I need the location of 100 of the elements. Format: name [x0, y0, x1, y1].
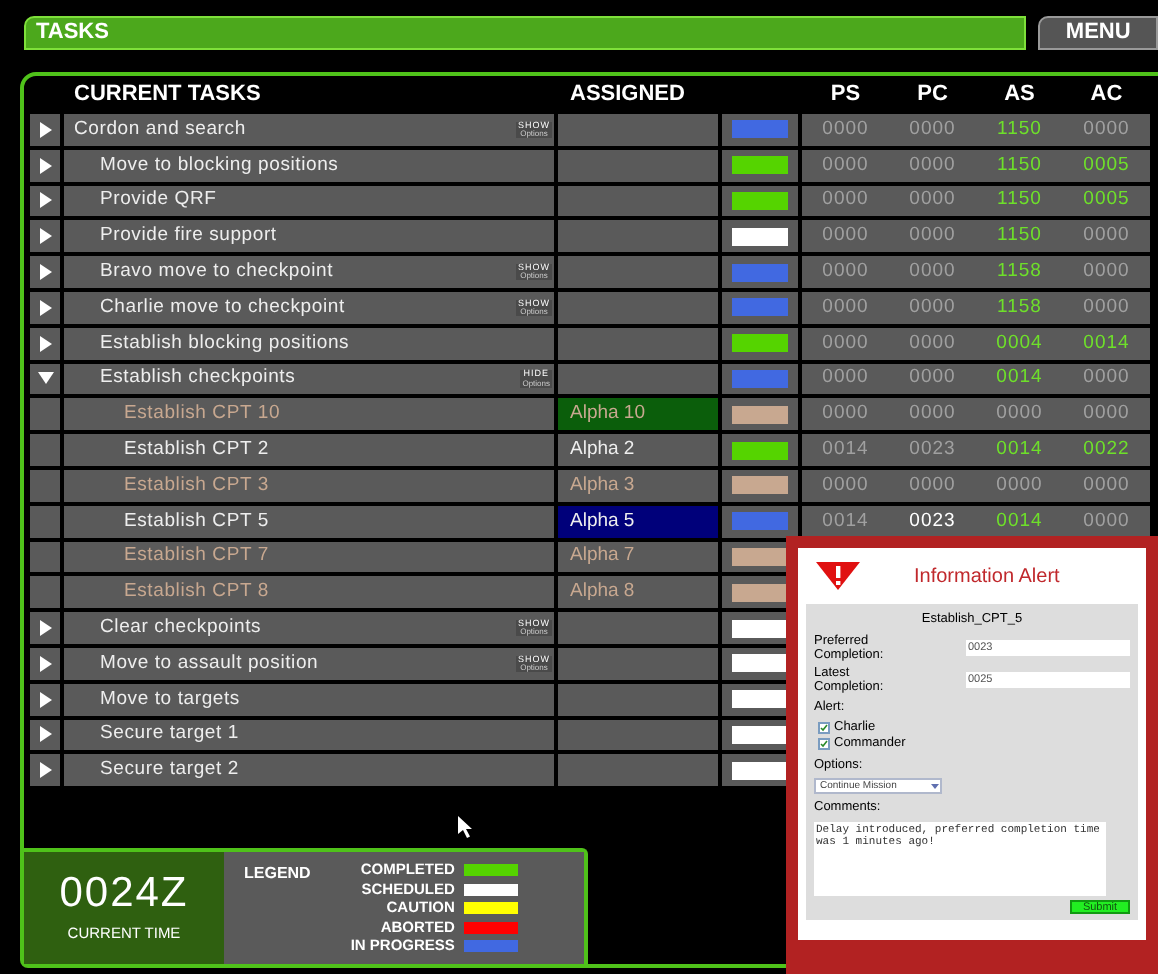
task-name: Move to targets — [100, 685, 240, 714]
task-name: Move to assault position — [100, 649, 319, 678]
task-name: Secure target 2 — [100, 756, 239, 785]
time-value: 0000 — [1081, 364, 1132, 393]
time-value: 0000 — [907, 186, 958, 215]
assigned-unit: Alpha 3 — [570, 471, 635, 500]
task-name: Clear checkpoints — [100, 613, 262, 642]
time-value: 0000 — [820, 222, 871, 251]
caret-down-icon[interactable] — [37, 370, 53, 387]
time-value: 0000 — [820, 364, 871, 393]
column-header: CURRENT TASKS — [74, 80, 263, 111]
task-name: Secure target 1 — [100, 720, 239, 749]
caret-right-icon[interactable] — [37, 655, 53, 672]
time-value: 0000 — [994, 471, 1045, 500]
time-value: 0000 — [1081, 222, 1132, 251]
assigned-unit: Alpha 2 — [570, 435, 635, 464]
time-value: 0014 — [820, 435, 871, 464]
time-value: 0000 — [820, 257, 871, 286]
dropdown-arrow-icon — [930, 780, 940, 793]
task-row[interactable]: Provide fire support — [64, 220, 554, 253]
task-row[interactable]: Establish blocking positions — [64, 327, 554, 360]
time-value: 0000 — [907, 400, 958, 429]
time-value: 0014 — [994, 507, 1045, 536]
time-value: 0005 — [1081, 151, 1132, 180]
task-row[interactable]: Move to blocking positions — [64, 149, 554, 182]
caret-right-icon[interactable] — [37, 335, 53, 352]
task-name: Provide QRF — [100, 186, 217, 215]
checkbox[interactable] — [818, 721, 830, 734]
time-value: 1150 — [995, 186, 1044, 215]
caret-right-icon[interactable] — [37, 264, 53, 281]
time-value: 1158 — [995, 293, 1044, 322]
legend-title: LEGEND — [244, 862, 311, 886]
task-row[interactable]: Secure target 1 — [64, 719, 554, 751]
time-value: 1150 — [995, 151, 1044, 180]
time-value: 0000 — [820, 115, 871, 144]
time-value: 0000 — [820, 329, 871, 358]
time-value: 0022 — [1081, 435, 1132, 464]
time-value: 0000 — [820, 400, 871, 429]
checkbox[interactable] — [818, 738, 830, 751]
caret-right-icon[interactable] — [37, 299, 53, 316]
time-value: 0000 — [994, 400, 1045, 429]
menu-button[interactable]: MENU — [1038, 16, 1158, 50]
caret-right-icon[interactable] — [37, 192, 53, 209]
expand-cell — [30, 541, 60, 573]
time-value: 0005 — [1081, 186, 1132, 215]
task-row[interactable]: Move to targets — [64, 683, 554, 716]
time-value: 0000 — [820, 151, 871, 180]
task-name: Establish CPT 3 — [124, 471, 269, 500]
window-title: TASKS — [36, 18, 109, 49]
caret-right-icon[interactable] — [37, 762, 53, 779]
time-value: 0000 — [1081, 471, 1132, 500]
time-value: 0004 — [994, 329, 1045, 358]
time-value: 0014 — [1081, 329, 1132, 358]
time-value: 0000 — [1081, 293, 1132, 322]
time-value: 0000 — [907, 257, 958, 286]
task-name: Establish CPT 10 — [124, 400, 281, 429]
pointer-icon — [458, 816, 474, 838]
caret-right-icon[interactable] — [37, 620, 53, 637]
time-value: 0000 — [907, 293, 958, 322]
time-value: 0000 — [907, 115, 958, 144]
task-row[interactable]: Secure target 2 — [64, 754, 554, 787]
column-header: PS — [828, 80, 863, 111]
task-name: Establish CPT 7 — [124, 542, 269, 571]
warning-icon — [816, 562, 860, 590]
task-name: Charlie move to checkpoint — [100, 293, 345, 322]
assigned-unit: Alpha 10 — [570, 400, 646, 429]
time-value: 0000 — [1081, 257, 1132, 286]
caret-right-icon[interactable] — [37, 157, 53, 174]
task-name: Establish CPT 2 — [124, 435, 269, 464]
current-time: 0024Z — [59, 871, 189, 914]
task-name: Provide fire support — [100, 222, 277, 251]
task-row[interactable]: Establish CPT 5 — [64, 505, 554, 538]
caret-right-icon[interactable] — [37, 121, 53, 138]
column-header: AS — [1002, 80, 1037, 111]
dialog-title: Information Alert — [914, 563, 1060, 591]
assigned-unit: Alpha 5 — [570, 507, 635, 536]
column-header: PC — [915, 80, 950, 111]
time-value: 1150 — [995, 115, 1044, 144]
task-row[interactable]: Provide QRF — [64, 185, 554, 217]
time-value: 0000 — [820, 471, 871, 500]
task-name: Establish CPT 8 — [124, 578, 269, 607]
time-value: 1150 — [995, 222, 1044, 251]
time-value: 0014 — [994, 364, 1045, 393]
caret-right-icon[interactable] — [37, 726, 53, 743]
assigned-unit: Alpha 7 — [570, 542, 635, 571]
time-value: 0000 — [907, 222, 958, 251]
time-value: 0014 — [994, 435, 1045, 464]
caret-right-icon[interactable] — [37, 228, 53, 245]
time-value: 0000 — [1081, 400, 1132, 429]
caret-right-icon[interactable] — [37, 691, 53, 708]
time-value: 0000 — [907, 364, 958, 393]
expand-cell — [30, 576, 60, 609]
expand-cell — [30, 398, 60, 431]
time-value: 0023 — [907, 435, 958, 464]
time-value: 0000 — [820, 293, 871, 322]
task-row[interactable]: Establish CPT 2 — [64, 434, 554, 466]
task-name: Bravo move to checkpoint — [100, 257, 334, 286]
column-header: AC — [1088, 80, 1125, 111]
assigned-unit: Alpha 8 — [570, 578, 635, 607]
task-name: Cordon and search — [74, 115, 246, 144]
